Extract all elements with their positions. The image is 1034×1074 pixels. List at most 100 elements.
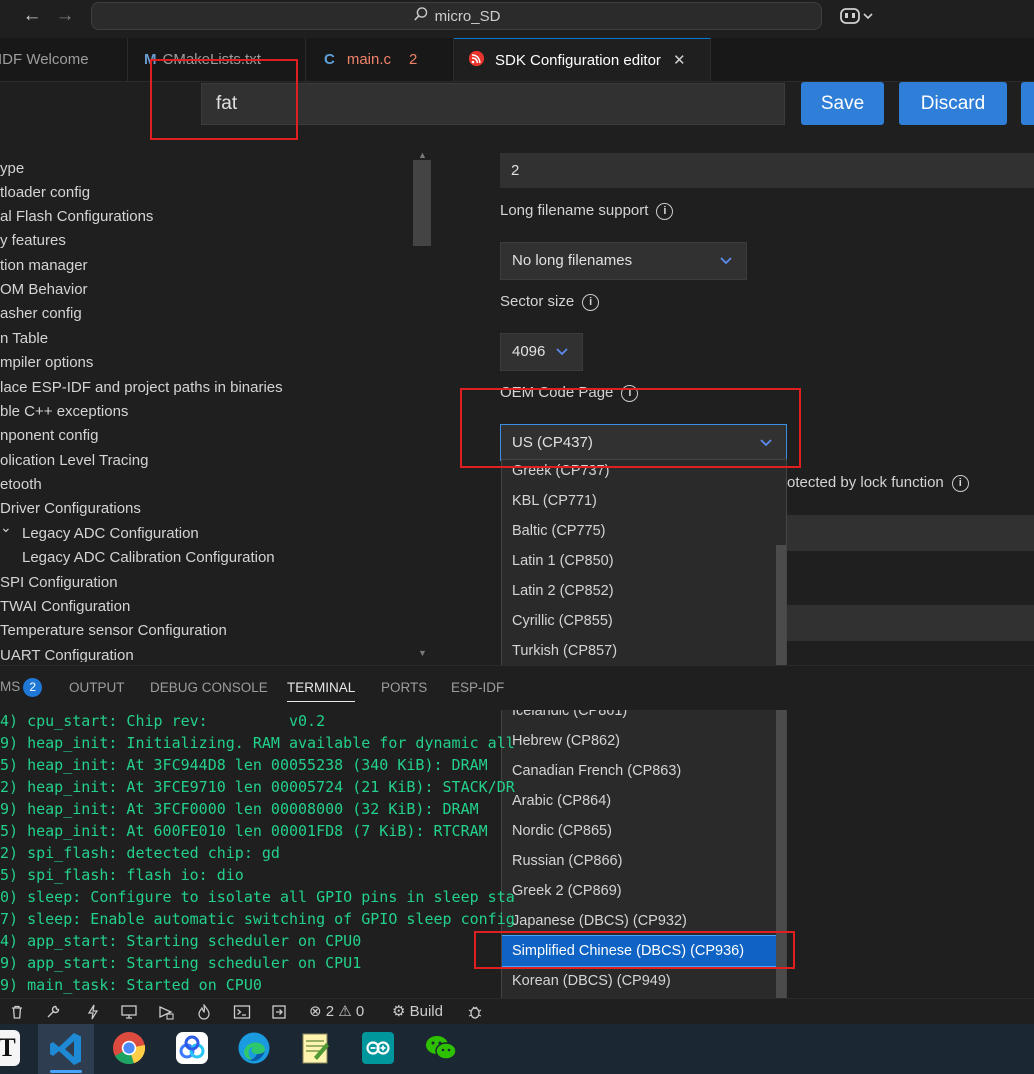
terminal-line: 0) sleep: Configure to isolate all GPIO … <box>0 888 515 906</box>
monitor-icon[interactable] <box>120 999 138 1025</box>
tree-item[interactable]: asher config <box>0 305 82 322</box>
sector-size-select[interactable]: 4096 <box>500 333 583 371</box>
tree-item[interactable]: ype <box>0 160 24 177</box>
dropdown-option[interactable]: Cyrillic (CP855) <box>502 606 778 636</box>
tree-item[interactable]: TWAI Configuration <box>0 598 130 615</box>
debug-arrow-icon[interactable] <box>271 999 287 1025</box>
terminal-line: 5) heap_init: At 3FC944D8 len 00055238 (… <box>0 756 488 774</box>
flash-icon[interactable] <box>85 999 101 1025</box>
dropdown-option[interactable]: Baltic (CP775) <box>502 516 778 546</box>
tree-item-label: mpiler options <box>0 354 94 371</box>
save-button[interactable]: Save <box>801 82 884 125</box>
bug-icon[interactable] <box>467 999 483 1025</box>
build-status-button[interactable]: ⚙ Build <box>392 999 443 1025</box>
tab-debug-console[interactable]: DEBUG CONSOLE <box>150 680 268 695</box>
tree-item[interactable]: OM Behavior <box>0 281 88 298</box>
tab-problems[interactable]: MS 2 <box>0 678 43 697</box>
command-center-text: micro_SD <box>434 7 501 25</box>
tree-item[interactable]: y features <box>0 232 66 249</box>
typora-icon[interactable]: T <box>0 1030 20 1066</box>
info-icon[interactable]: i <box>951 474 969 492</box>
notepad-icon[interactable] <box>300 1031 332 1070</box>
tree-item-label: n Table <box>0 330 49 347</box>
config-input[interactable] <box>787 515 1034 551</box>
dropdown-option[interactable]: KBL (CP771) <box>502 486 778 516</box>
reset-button[interactable] <box>1021 82 1034 125</box>
wechat-icon[interactable] <box>424 1031 458 1070</box>
tree-item[interactable]: ble C++ exceptions <box>0 403 128 420</box>
close-icon[interactable]: ✕ <box>673 51 686 69</box>
espressif-icon <box>468 50 485 71</box>
forward-arrow-icon[interactable]: → <box>53 5 77 29</box>
tree-item[interactable]: Temperature sensor Configuration <box>0 622 227 639</box>
chevron-down-icon <box>556 334 568 370</box>
tab-cmakelists[interactable]: M CMakeLists.txt <box>128 38 306 81</box>
panel-header: MS 2 OUTPUT DEBUG CONSOLE TERMINAL PORTS … <box>0 665 1034 710</box>
baidu-netdisk-icon[interactable] <box>175 1031 209 1070</box>
tree-item[interactable]: lace ESP-IDF and project paths in binari… <box>0 379 283 396</box>
chrome-icon[interactable] <box>112 1031 146 1070</box>
command-center[interactable]: micro_SD <box>91 2 822 30</box>
chevron-down-icon[interactable]: ⌄ <box>0 519 12 536</box>
tree-item-label: Temperature sensor Configuration <box>0 622 227 639</box>
cmake-file-icon: M <box>144 51 157 68</box>
scroll-down-icon[interactable]: ▼ <box>418 648 427 658</box>
tab-output[interactable]: OUTPUT <box>69 680 125 695</box>
long-filename-select[interactable]: No long filenames <box>500 242 747 280</box>
status-bar: ⊗ 2 ⚠ 0 ⚙ Build <box>0 998 1034 1025</box>
problems-status[interactable]: ⊗ 2 ⚠ 0 <box>309 999 364 1025</box>
trash-icon[interactable] <box>9 999 25 1025</box>
wrench-icon[interactable] <box>45 999 61 1025</box>
warning-count: 0 <box>355 1003 365 1020</box>
tab-ports[interactable]: PORTS <box>381 680 427 695</box>
search-icon <box>413 6 429 26</box>
tree-item[interactable]: SPI Configuration <box>0 574 118 591</box>
tree-item[interactable]: Legacy ADC Configuration ⌄ <box>0 519 199 542</box>
terminal-output[interactable]: 4) cpu_start: Chip rev: v0.2 9) heap_init… <box>0 712 1034 998</box>
arduino-icon[interactable] <box>362 1032 394 1069</box>
vscode-icon[interactable] <box>47 1030 85 1073</box>
dropdown-option[interactable]: Turkish (CP857) <box>502 636 778 666</box>
tab-idf-welcome[interactable]: IDF Welcome <box>0 38 128 81</box>
volumes-input[interactable]: 2 <box>500 153 1034 188</box>
fire-icon[interactable] <box>196 999 212 1025</box>
tree-item[interactable]: al Flash Configurations <box>0 208 153 225</box>
scroll-up-icon[interactable]: ▲ <box>418 150 427 160</box>
terminal-line: 2) heap_init: At 3FCE9710 len 00005724 (… <box>0 778 515 796</box>
tree-item[interactable]: nponent config <box>0 427 98 444</box>
back-arrow-icon[interactable]: ← <box>20 5 44 29</box>
tree-item[interactable]: Driver Configurations <box>0 500 141 517</box>
dropdown-option[interactable]: Latin 1 (CP850) <box>502 546 778 576</box>
terminal-line: 9) heap_init: Initializing. RAM availabl… <box>0 734 515 752</box>
tab-label: CMakeLists.txt <box>162 51 261 68</box>
tree-item[interactable]: olication Level Tracing <box>0 452 148 469</box>
dropdown-option[interactable]: Latin 2 (CP852) <box>502 576 778 606</box>
terminal-icon[interactable] <box>233 999 251 1025</box>
tab-main-c[interactable]: C main.c 2 <box>306 38 454 81</box>
tab-terminal[interactable]: TERMINAL <box>287 680 356 702</box>
tree-scrollbar[interactable] <box>413 160 431 246</box>
c-file-icon: C <box>324 51 335 68</box>
select-value: No long filenames <box>512 252 633 269</box>
tree-item[interactable]: tloader config <box>0 184 90 201</box>
tree-item[interactable]: etooth <box>0 476 42 493</box>
edge-icon[interactable] <box>237 1031 271 1070</box>
discard-button[interactable]: Discard <box>899 82 1007 125</box>
tree-item[interactable]: mpiler options <box>0 354 93 371</box>
tree-item[interactable]: tion manager <box>0 257 88 274</box>
oem-code-page-select[interactable]: US (CP437) <box>500 424 787 461</box>
flash-monitor-icon[interactable] <box>157 999 175 1025</box>
tab-esp-idf[interactable]: ESP-IDF <box>451 680 504 695</box>
sdkconfig-search-input[interactable]: fat <box>201 83 785 125</box>
tab-sdk-configuration-editor[interactable]: SDK Configuration editor ✕ <box>454 38 711 81</box>
tree-item[interactable]: Legacy ADC Calibration Configuration <box>22 549 275 566</box>
info-icon[interactable]: i <box>656 202 674 220</box>
dropdown-option[interactable]: Greek (CP737) <box>502 460 778 486</box>
copilot-icon[interactable] <box>839 6 875 31</box>
tree-item[interactable]: n Table <box>0 330 48 347</box>
info-icon[interactable]: i <box>582 293 600 311</box>
oem-code-page-label: OEM Code Page i <box>500 384 639 402</box>
info-icon[interactable]: i <box>621 384 639 402</box>
config-input[interactable] <box>787 605 1034 641</box>
tree-item[interactable]: UART Configuration <box>0 647 134 662</box>
